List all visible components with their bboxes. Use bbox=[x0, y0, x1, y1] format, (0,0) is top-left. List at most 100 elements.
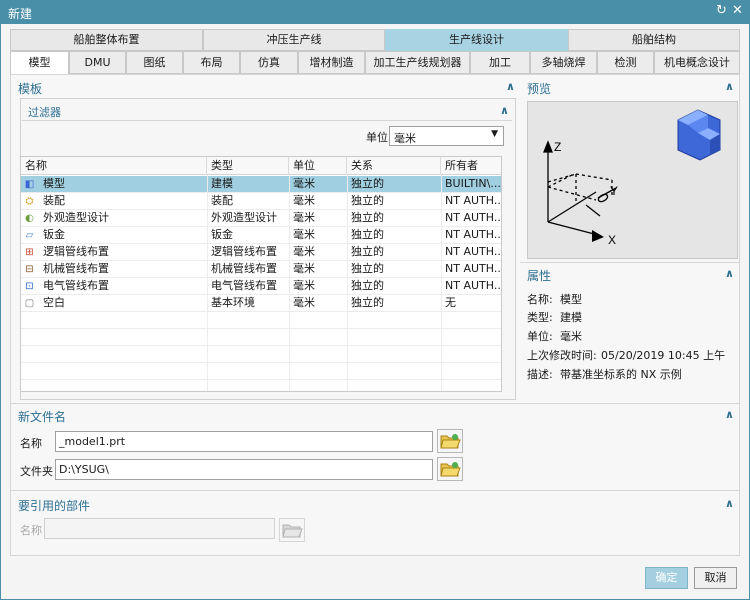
cell-owner: NT AUTH... bbox=[445, 245, 502, 258]
tab-stamping-line[interactable]: 冲压生产线 bbox=[203, 29, 385, 51]
table-row[interactable]: ⛭ 装配 装配 毫米 独立的 NT AUTH... bbox=[21, 193, 502, 210]
subtab-inspection[interactable]: 检测 bbox=[597, 51, 654, 74]
file-name-input[interactable]: _model1.prt bbox=[55, 431, 433, 452]
folder-icon bbox=[440, 434, 461, 449]
subtab-simulation[interactable]: 仿真 bbox=[240, 51, 298, 74]
tab-label: 冲压生产线 bbox=[266, 33, 322, 46]
prop-name-label: 名称: bbox=[527, 293, 553, 306]
tab-label: 加工生产线规划器 bbox=[373, 56, 462, 69]
collapse-templates-icon[interactable]: ∧ bbox=[506, 80, 515, 93]
model-template-icon bbox=[677, 109, 721, 161]
svg-text:X: X bbox=[608, 233, 616, 247]
column-header-type[interactable]: 类型 bbox=[207, 157, 289, 175]
electrical-routing-icon: ⊡ bbox=[25, 281, 34, 292]
divider bbox=[21, 294, 501, 295]
tab-label: 船舶结构 bbox=[632, 33, 676, 46]
referenced-part-title: 要引用的部件 bbox=[18, 499, 91, 513]
cell-type: 外观造型设计 bbox=[211, 211, 277, 224]
column-header-relation[interactable]: 关系 bbox=[347, 157, 441, 175]
tab-label: 布局 bbox=[200, 56, 223, 69]
divider bbox=[347, 175, 348, 391]
subtab-line-planner[interactable]: 加工生产线规划器 bbox=[365, 51, 470, 74]
subtab-mechatronics[interactable]: 机电概念设计 bbox=[654, 51, 740, 74]
subtab-manufacturing[interactable]: 加工 bbox=[470, 51, 530, 74]
cell-owner: NT AUTH... bbox=[445, 262, 502, 275]
logical-routing-icon: ⊞ bbox=[25, 247, 34, 258]
subtab-model[interactable]: 模型 bbox=[10, 51, 69, 75]
cell-unit: 毫米 bbox=[293, 296, 315, 309]
prop-modified-value: 05/20/2019 10:45 上午 bbox=[601, 349, 726, 362]
table-row[interactable]: ◧ 模型 建模 毫米 独立的 BUILTIN\... bbox=[21, 176, 501, 193]
preview-image: Z Y X bbox=[527, 101, 738, 259]
tab-label: 多轴烧焊 bbox=[541, 56, 586, 69]
tab-label: 生产线设计 bbox=[449, 33, 504, 46]
prop-unit-label: 单位: bbox=[527, 330, 553, 343]
cancel-button[interactable]: 取消 bbox=[694, 567, 737, 589]
collapse-filter-icon[interactable]: ∧ bbox=[500, 104, 509, 117]
tab-ship-structure[interactable]: 船舶结构 bbox=[568, 29, 740, 51]
ref-name-input[interactable] bbox=[44, 518, 275, 539]
browse-folder-button[interactable] bbox=[437, 457, 463, 481]
ok-button[interactable]: 确定 bbox=[645, 567, 688, 589]
divider bbox=[21, 260, 501, 261]
table-row[interactable]: ⊟ 机械管线布置 机械管线布置 毫米 独立的 NT AUTH... bbox=[21, 261, 502, 278]
cell-owner: BUILTIN\... bbox=[445, 177, 501, 190]
cell-name: 外观造型设计 bbox=[43, 211, 109, 224]
cell-type: 基本环境 bbox=[211, 296, 255, 309]
divider bbox=[22, 120, 512, 121]
new-file-title: 新文件名 bbox=[18, 410, 67, 424]
table-row[interactable]: ▢ 空白 基本环境 毫米 独立的 无 bbox=[21, 295, 501, 312]
templates-title: 模板 bbox=[18, 82, 43, 96]
cell-owner: 无 bbox=[445, 296, 456, 309]
subtab-multiaxis[interactable]: 多轴烧焊 bbox=[530, 51, 597, 74]
coordinate-system-icon: Z Y X bbox=[543, 109, 721, 247]
tab-ship-layout[interactable]: 船舶整体布置 bbox=[10, 29, 203, 51]
collapse-properties-icon[interactable]: ∧ bbox=[725, 267, 734, 280]
subtab-layout[interactable]: 布局 bbox=[183, 51, 240, 74]
divider bbox=[21, 362, 501, 363]
divider bbox=[520, 262, 740, 263]
subtab-additive[interactable]: 增材制造 bbox=[298, 51, 365, 74]
column-header-owner[interactable]: 所有者 bbox=[441, 157, 501, 175]
cell-relation: 独立的 bbox=[351, 296, 384, 309]
table-row[interactable]: ⊡ 电气管线布置 电气管线布置 毫米 独立的 NT AUTH... bbox=[21, 278, 501, 295]
tab-line-design[interactable]: 生产线设计 bbox=[385, 29, 568, 51]
close-icon[interactable]: ✕ bbox=[732, 3, 743, 18]
table-row[interactable]: ◐ 外观造型设计 外观造型设计 毫米 独立的 NT AUTH... bbox=[21, 210, 501, 227]
collapse-preview-icon[interactable]: ∧ bbox=[725, 80, 734, 93]
folder-input[interactable]: D:\YSUG\ bbox=[55, 459, 433, 480]
divider bbox=[21, 379, 501, 380]
browse-ref-button[interactable] bbox=[279, 518, 305, 542]
tab-label: 加工 bbox=[489, 56, 511, 69]
cell-type: 建模 bbox=[211, 177, 233, 190]
svg-text:Z: Z bbox=[554, 140, 561, 154]
mechanical-routing-icon: ⊟ bbox=[25, 264, 34, 275]
chevron-down-icon: ▼ bbox=[491, 129, 498, 139]
column-header-name[interactable]: 名称 bbox=[21, 157, 207, 175]
table-header: 名称 类型 单位 关系 所有者 bbox=[21, 157, 501, 175]
column-header-unit[interactable]: 单位 bbox=[289, 157, 347, 175]
divider bbox=[21, 345, 501, 346]
folder-icon bbox=[282, 524, 303, 538]
collapse-referenced-icon[interactable]: ∧ bbox=[725, 497, 734, 510]
unit-label: 单位 bbox=[366, 131, 388, 144]
divider bbox=[21, 328, 501, 329]
subtab-dmu[interactable]: DMU bbox=[69, 51, 126, 74]
subtab-drawing[interactable]: 图纸 bbox=[126, 51, 183, 74]
folder-icon bbox=[440, 462, 461, 477]
reset-icon[interactable]: ↻ bbox=[716, 3, 727, 18]
cell-relation: 独立的 bbox=[351, 177, 384, 190]
cell-unit: 毫米 bbox=[293, 279, 315, 292]
prop-name-value: 模型 bbox=[560, 293, 582, 306]
table-row[interactable]: ⊞ 逻辑管线布置 逻辑管线布置 毫米 独立的 NT AUTH... bbox=[21, 244, 502, 261]
filter-title: 过滤器 bbox=[28, 106, 61, 119]
tab-label: 机电概念设计 bbox=[664, 56, 730, 69]
cell-relation: 独立的 bbox=[351, 262, 384, 275]
cell-name: 模型 bbox=[43, 177, 65, 190]
unit-dropdown[interactable]: 毫米 ▼ bbox=[389, 126, 504, 146]
table-row[interactable]: ▱ 钣金 钣金 毫米 独立的 NT AUTH... bbox=[21, 227, 501, 244]
collapse-new-file-icon[interactable]: ∧ bbox=[725, 408, 734, 421]
tab-label: 模型 bbox=[28, 56, 51, 69]
divider bbox=[21, 209, 501, 210]
browse-name-button[interactable] bbox=[437, 429, 463, 453]
